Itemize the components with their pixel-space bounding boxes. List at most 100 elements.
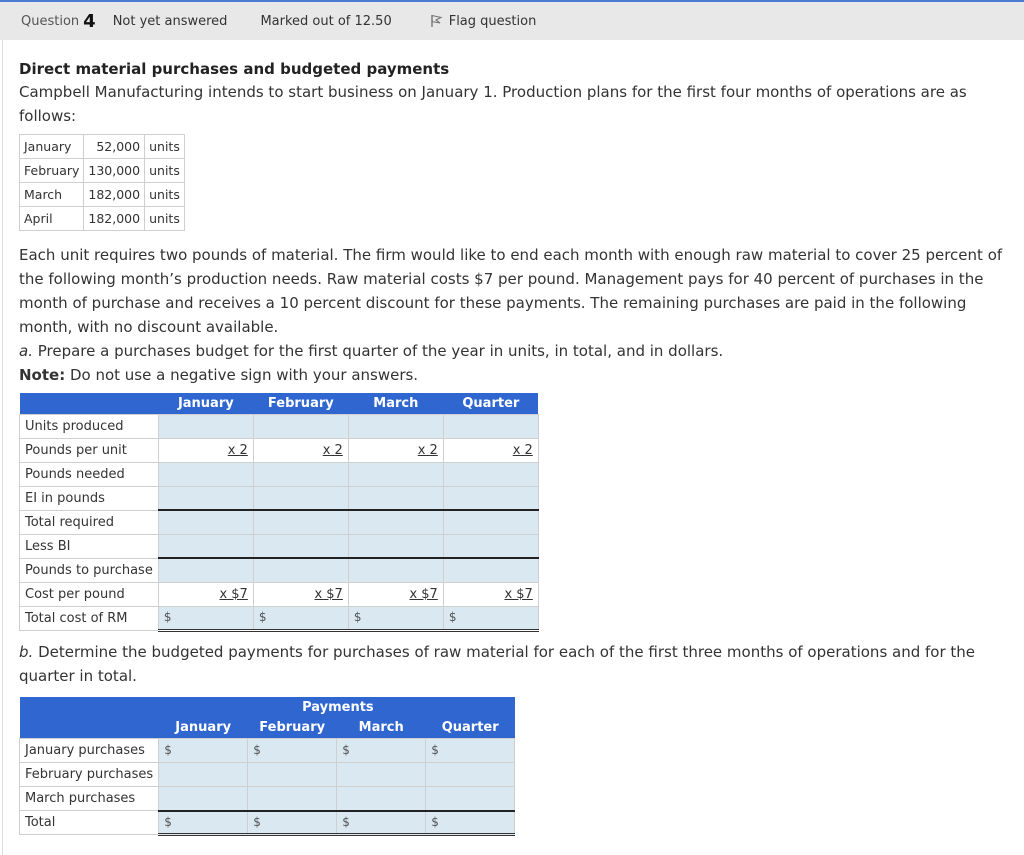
- note-label: Note:: [19, 366, 66, 384]
- dollar-sign: $: [353, 610, 362, 624]
- production-row: April 182,000 units: [18, 206, 185, 231]
- col-header-quarter: Quarter: [425, 717, 515, 739]
- row-label: Total: [18, 810, 160, 835]
- total-required-january-input[interactable]: [157, 509, 254, 535]
- col-header-march: March: [336, 717, 426, 739]
- part-b-instruction: b. Determine the budgeted payments for p…: [19, 640, 1004, 688]
- row-pounds-needed: Pounds needed: [19, 461, 539, 487]
- pounds-to-purchase-february-input[interactable]: [252, 557, 349, 583]
- header-row: January February March Quarter: [19, 717, 515, 739]
- units-produced-march-input[interactable]: [347, 413, 444, 439]
- units-produced-quarter-input[interactable]: [442, 413, 539, 439]
- production-plan-table: January 52,000 units February 130,000 un…: [18, 134, 185, 231]
- feb-purchases-february-input[interactable]: [247, 762, 338, 787]
- question-number: 4: [83, 10, 96, 32]
- total-cost-quarter-input[interactable]: $: [442, 605, 539, 632]
- total-required-february-input[interactable]: [252, 509, 349, 535]
- total-cost-january-input[interactable]: $: [157, 605, 254, 632]
- part-b-text: Determine the budgeted payments for purc…: [19, 642, 976, 685]
- pounds-needed-march-input[interactable]: [347, 461, 444, 487]
- row-label: Total cost of RM: [19, 605, 159, 631]
- row-february-purchases: February purchases: [18, 762, 516, 787]
- production-month: January: [18, 134, 85, 159]
- row-total-payments: Total $ $ $ $: [18, 809, 516, 836]
- pounds-per-unit-value: x 2: [227, 442, 248, 458]
- less-bi-quarter-input[interactable]: [442, 533, 539, 559]
- dollar-sign: $: [253, 814, 261, 829]
- pounds-per-unit-quarter: x 2: [442, 437, 539, 463]
- question-info-bar: Question 4 Not yet answered Marked out o…: [0, 0, 1024, 40]
- group-header-row: Payments: [19, 696, 515, 718]
- col-header-february: February: [247, 717, 337, 739]
- total-cost-february-input[interactable]: $: [252, 605, 349, 632]
- row-total-required: Total required: [19, 509, 539, 535]
- mar-purchases-march-input[interactable]: [336, 786, 427, 811]
- cost-per-pound-january: x $7: [157, 581, 254, 607]
- flag-icon: [431, 14, 443, 27]
- cost-per-pound-value: x $7: [219, 586, 248, 602]
- note-text: Do not use a negative sign with your ans…: [65, 366, 419, 384]
- cost-per-pound-quarter: x $7: [442, 581, 539, 607]
- row-label-header: [19, 696, 159, 718]
- units-produced-february-input[interactable]: [252, 413, 349, 439]
- row-january-purchases: January purchases $ $ $ $: [18, 738, 516, 763]
- total-payments-february-input[interactable]: $: [247, 809, 338, 836]
- pounds-to-purchase-quarter-input[interactable]: [442, 557, 539, 583]
- purchases-budget-table: January February March Quarter Units pro…: [19, 393, 539, 632]
- ei-pounds-quarter-input[interactable]: [442, 485, 539, 511]
- total-payments-january-input[interactable]: $: [158, 809, 249, 836]
- col-header-march: March: [348, 393, 444, 414]
- row-ei-pounds: EI in pounds: [19, 485, 539, 511]
- ei-pounds-march-input[interactable]: [347, 485, 444, 511]
- pounds-to-purchase-march-input[interactable]: [347, 557, 444, 583]
- ei-pounds-january-input[interactable]: [157, 485, 254, 511]
- less-bi-march-input[interactable]: [347, 533, 444, 559]
- total-cost-march-input[interactable]: $: [347, 605, 444, 632]
- row-label: Units produced: [19, 413, 159, 439]
- mar-purchases-january-input[interactable]: [158, 786, 249, 811]
- jan-purchases-quarter-input[interactable]: $: [425, 738, 516, 763]
- dollar-sign: $: [258, 610, 267, 624]
- pounds-needed-january-input[interactable]: [157, 461, 254, 487]
- production-month: April: [18, 206, 85, 231]
- feb-purchases-march-input[interactable]: [336, 762, 427, 787]
- payments-budget-table: Payments January February March Quarter …: [18, 696, 516, 836]
- row-march-purchases: March purchases: [18, 786, 516, 811]
- flag-question-label: Flag question: [448, 13, 537, 29]
- units-produced-january-input[interactable]: [157, 413, 254, 439]
- total-payments-quarter-input[interactable]: $: [425, 809, 516, 836]
- less-bi-january-input[interactable]: [157, 533, 254, 559]
- pounds-to-purchase-january-input[interactable]: [157, 557, 254, 583]
- col-header-february: February: [253, 393, 349, 414]
- row-label: Pounds per unit: [19, 437, 159, 463]
- dollar-sign: $: [164, 814, 172, 829]
- flag-question-button[interactable]: Flag question: [430, 13, 537, 29]
- less-bi-february-input[interactable]: [252, 533, 349, 559]
- pounds-needed-february-input[interactable]: [252, 461, 349, 487]
- row-units-produced: Units produced: [19, 413, 539, 439]
- production-unit-label: units: [144, 182, 185, 207]
- production-month: March: [18, 182, 85, 207]
- total-payments-march-input[interactable]: $: [336, 809, 427, 836]
- row-cost-per-pound: Cost per pound x $7 x $7 x $7 x $7: [19, 581, 539, 607]
- part-a-letter: a.: [19, 342, 33, 360]
- pounds-needed-quarter-input[interactable]: [442, 461, 539, 487]
- col-header-quarter: Quarter: [443, 393, 539, 414]
- mar-purchases-february-input[interactable]: [247, 786, 338, 811]
- production-unit-label: units: [144, 134, 185, 159]
- dollar-sign: $: [163, 610, 172, 624]
- production-units: 182,000: [83, 182, 146, 207]
- mar-purchases-quarter-input[interactable]: [425, 786, 516, 811]
- ei-pounds-february-input[interactable]: [252, 485, 349, 511]
- col-header-january: January: [158, 717, 248, 739]
- total-required-march-input[interactable]: [347, 509, 444, 535]
- jan-purchases-february-input[interactable]: $: [247, 738, 338, 763]
- cost-per-pound-february: x $7: [252, 581, 349, 607]
- feb-purchases-january-input[interactable]: [158, 762, 249, 787]
- feb-purchases-quarter-input[interactable]: [425, 762, 516, 787]
- total-required-quarter-input[interactable]: [442, 509, 539, 535]
- dollar-sign: $: [253, 743, 261, 757]
- dollar-sign: $: [431, 743, 439, 757]
- jan-purchases-march-input[interactable]: $: [336, 738, 427, 763]
- jan-purchases-january-input[interactable]: $: [158, 738, 249, 763]
